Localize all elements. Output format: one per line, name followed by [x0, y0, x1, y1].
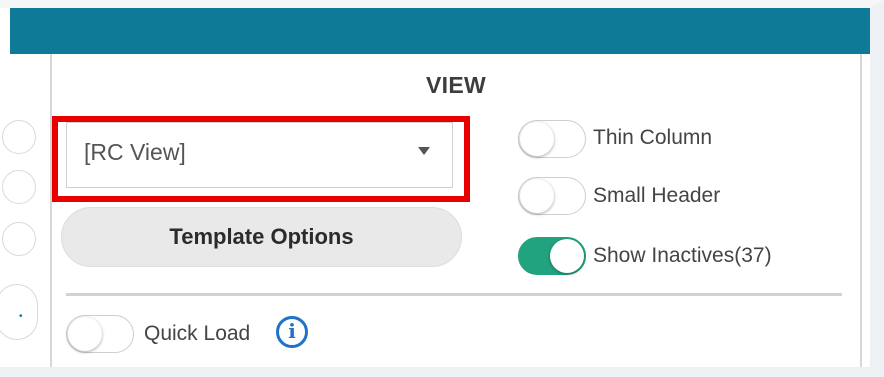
quick-load-toggle[interactable]	[66, 315, 134, 353]
toggle-knob	[68, 317, 102, 351]
toggle-knob	[520, 122, 554, 156]
thin-column-label: Thin Column	[593, 126, 713, 149]
toggle-knob	[550, 239, 584, 273]
view-select-value: [RC View]	[84, 139, 186, 165]
show-inactives-label: Show Inactives(37)	[593, 244, 772, 267]
caret-down-icon	[418, 147, 430, 155]
left-strip: •	[0, 54, 52, 367]
panel-divider	[66, 293, 842, 296]
quick-load-label: Quick Load	[144, 322, 251, 345]
template-options-button[interactable]: Template Options	[61, 207, 462, 267]
small-header-toggle[interactable]	[518, 177, 586, 215]
thin-column-toggle[interactable]	[518, 120, 586, 158]
dot-icon: •	[19, 311, 23, 322]
panel-title: VIEW	[426, 72, 486, 98]
view-select[interactable]: [RC View]	[66, 122, 453, 188]
left-pill-button-2[interactable]	[2, 170, 36, 204]
show-inactives-toggle[interactable]	[518, 237, 586, 275]
toggle-knob	[520, 179, 554, 213]
view-panel: VIEW [RC View] Template Options Thin Col…	[52, 54, 862, 367]
left-pill-button-4[interactable]: •	[0, 284, 38, 340]
info-icon[interactable]: i	[276, 316, 308, 348]
left-pill-button-1[interactable]	[2, 120, 36, 154]
header-bar	[10, 8, 872, 54]
small-header-label: Small Header	[593, 184, 721, 207]
left-pill-button-3[interactable]	[2, 222, 36, 256]
